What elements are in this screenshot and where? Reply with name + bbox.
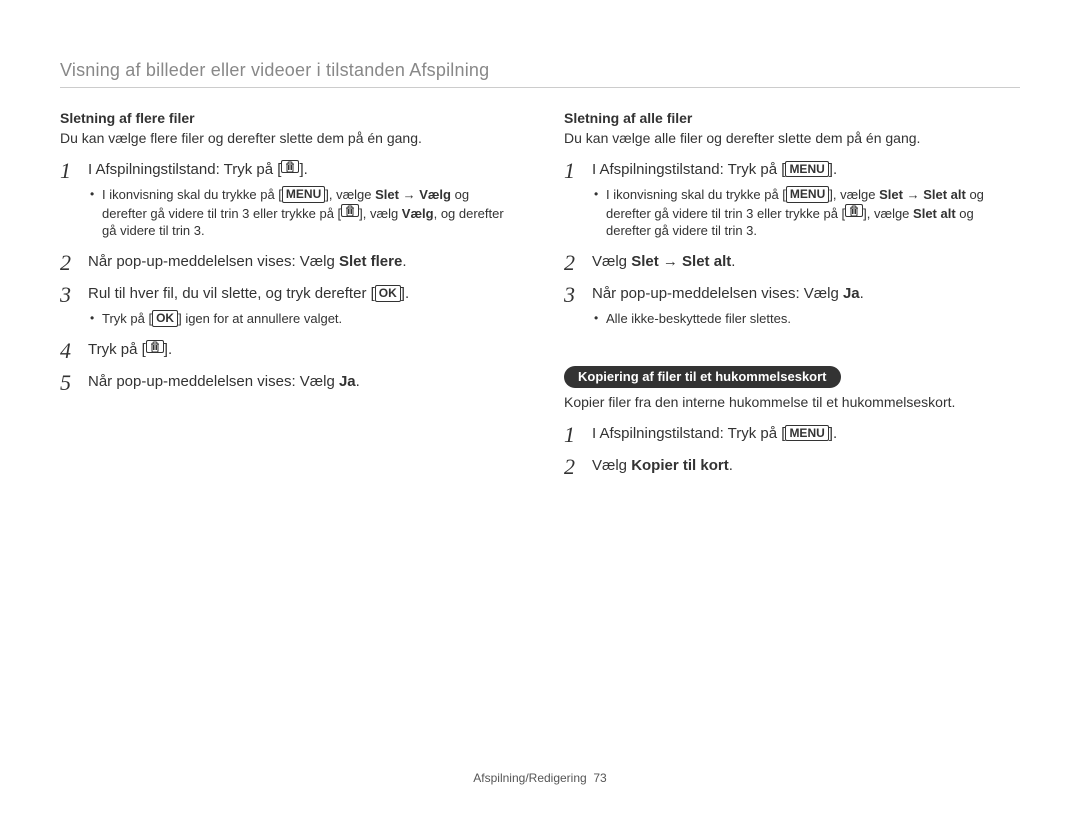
t: ], vælge (863, 206, 913, 221)
ok-button-icon: OK (152, 310, 178, 326)
t: ], vælge (325, 187, 375, 202)
t: Rul til hver fil, du vil slette, og tryk… (88, 285, 375, 302)
t: → (399, 187, 419, 202)
step-number: 1 (60, 156, 71, 186)
step-number: 2 (60, 248, 71, 278)
step-number: 1 (564, 420, 575, 450)
t: Tryk på [ (102, 311, 152, 326)
t: I Afspilningstilstand: Tryk på [ (592, 425, 785, 442)
t: . (860, 285, 864, 302)
sub-item: I ikonvisning skal du trykke på [MENU], … (88, 186, 516, 240)
footer-section: Afspilning/Redigering (473, 771, 586, 785)
page-footer: Afspilning/Redigering 73 (0, 771, 1080, 785)
footer-page-number: 73 (593, 771, 606, 785)
trash-icon (845, 204, 863, 217)
copy-section-pill: Kopiering af filer til et hukommelseskor… (564, 366, 841, 388)
left-step-1: 1 I Afspilningstilstand: Tryk på []. I i… (60, 160, 516, 240)
t: Slet flere (339, 253, 402, 270)
t: I ikonvisning skal du trykke på [ (606, 187, 786, 202)
copy-step-2: 2 Vælg Kopier til kort. (564, 456, 1020, 476)
divider (60, 87, 1020, 88)
t: Vælg (419, 187, 451, 202)
ok-button-icon: OK (375, 285, 401, 301)
t: ], vælge (829, 187, 879, 202)
copy-steps: 1 I Afspilningstilstand: Tryk på [MENU].… (564, 424, 1020, 477)
t: Ja (339, 373, 356, 390)
step-number: 1 (564, 156, 575, 186)
step-text: I Afspilningstilstand: Tryk på [ (88, 161, 281, 178)
t: Når pop-up-meddelelsen vises: Vælg (88, 253, 339, 270)
t: I ikonvisning skal du trykke på [ (102, 187, 282, 202)
step-number: 2 (564, 452, 575, 482)
right-column: Sletning af alle filer Du kan vælge alle… (564, 110, 1020, 488)
step-number: 4 (60, 336, 71, 366)
step-number: 3 (60, 280, 71, 310)
left-step-3-sub: Tryk på [OK] igen for at annullere valge… (88, 310, 516, 328)
t: Kopier til kort (631, 457, 729, 474)
t: ]. (401, 285, 409, 302)
copy-intro: Kopier filer fra den interne hukommelse … (564, 394, 1020, 410)
step-number: 5 (60, 368, 71, 398)
t: . (402, 253, 406, 270)
right-step-1: 1 I Afspilningstilstand: Tryk på [MENU].… (564, 160, 1020, 240)
left-intro: Du kan vælge flere filer og derefter sle… (60, 130, 516, 146)
step-number: 3 (564, 280, 575, 310)
t: Ja (843, 285, 860, 302)
right-step-2: 2 Vælg Slet → Slet alt. (564, 252, 1020, 272)
step-text: ]. (299, 161, 307, 178)
step-number: 2 (564, 248, 575, 278)
right-heading: Sletning af alle filer (564, 110, 1020, 126)
left-step-3: 3 Rul til hver fil, du vil slette, og tr… (60, 284, 516, 328)
t: Slet alt (923, 187, 966, 202)
t: Tryk på [ (88, 341, 146, 358)
right-steps: 1 I Afspilningstilstand: Tryk på [MENU].… (564, 160, 1020, 328)
sub-item: I ikonvisning skal du trykke på [MENU], … (592, 186, 1020, 240)
sub-item: Alle ikke-beskyttede filer slettes. (592, 310, 1020, 328)
t: Når pop-up-meddelelsen vises: Vælg (88, 373, 339, 390)
t: Vælg (402, 206, 434, 221)
menu-button-icon: MENU (282, 186, 325, 202)
menu-button-icon: MENU (785, 161, 828, 177)
t: Når pop-up-meddelelsen vises: Vælg (592, 285, 843, 302)
content-columns: Sletning af flere filer Du kan vælge fle… (60, 110, 1020, 488)
t: Slet alt (913, 206, 956, 221)
menu-button-icon: MENU (786, 186, 829, 202)
left-step-2: 2 Når pop-up-meddelelsen vises: Vælg Sle… (60, 252, 516, 272)
t: Slet (375, 187, 399, 202)
t: → (903, 187, 923, 202)
right-intro: Du kan vælge alle filer og derefter slet… (564, 130, 1020, 146)
t: Slet (879, 187, 903, 202)
t: Vælg (592, 253, 631, 270)
t: ], vælg (359, 206, 402, 221)
menu-button-icon: MENU (785, 425, 828, 441)
copy-step-1: 1 I Afspilningstilstand: Tryk på [MENU]. (564, 424, 1020, 444)
left-column: Sletning af flere filer Du kan vælge fle… (60, 110, 516, 488)
trash-icon (341, 204, 359, 217)
page-title: Visning af billeder eller videoer i tils… (60, 60, 1020, 81)
left-step-1-sub: I ikonvisning skal du trykke på [MENU], … (88, 186, 516, 240)
t: . (356, 373, 360, 390)
left-steps: 1 I Afspilningstilstand: Tryk på []. I i… (60, 160, 516, 392)
left-step-4: 4 Tryk på []. (60, 340, 516, 360)
t: Vælg (592, 457, 631, 474)
sub-item: Tryk på [OK] igen for at annullere valge… (88, 310, 516, 328)
t: . (731, 253, 735, 270)
right-step-3-sub: Alle ikke-beskyttede filer slettes. (592, 310, 1020, 328)
left-step-5: 5 Når pop-up-meddelelsen vises: Vælg Ja. (60, 372, 516, 392)
t: I Afspilningstilstand: Tryk på [ (592, 161, 785, 178)
t: Slet (631, 253, 659, 270)
trash-icon (281, 160, 299, 173)
t: → (659, 253, 682, 270)
left-heading: Sletning af flere filer (60, 110, 516, 126)
t: ]. (829, 161, 837, 178)
t: ]. (829, 425, 837, 442)
right-step-1-sub: I ikonvisning skal du trykke på [MENU], … (592, 186, 1020, 240)
right-step-3: 3 Når pop-up-meddelelsen vises: Vælg Ja.… (564, 284, 1020, 328)
trash-icon (146, 340, 164, 353)
t: Slet alt (682, 253, 731, 270)
t: ]. (164, 341, 172, 358)
t: ] igen for at annullere valget. (178, 311, 342, 326)
t: . (729, 457, 733, 474)
